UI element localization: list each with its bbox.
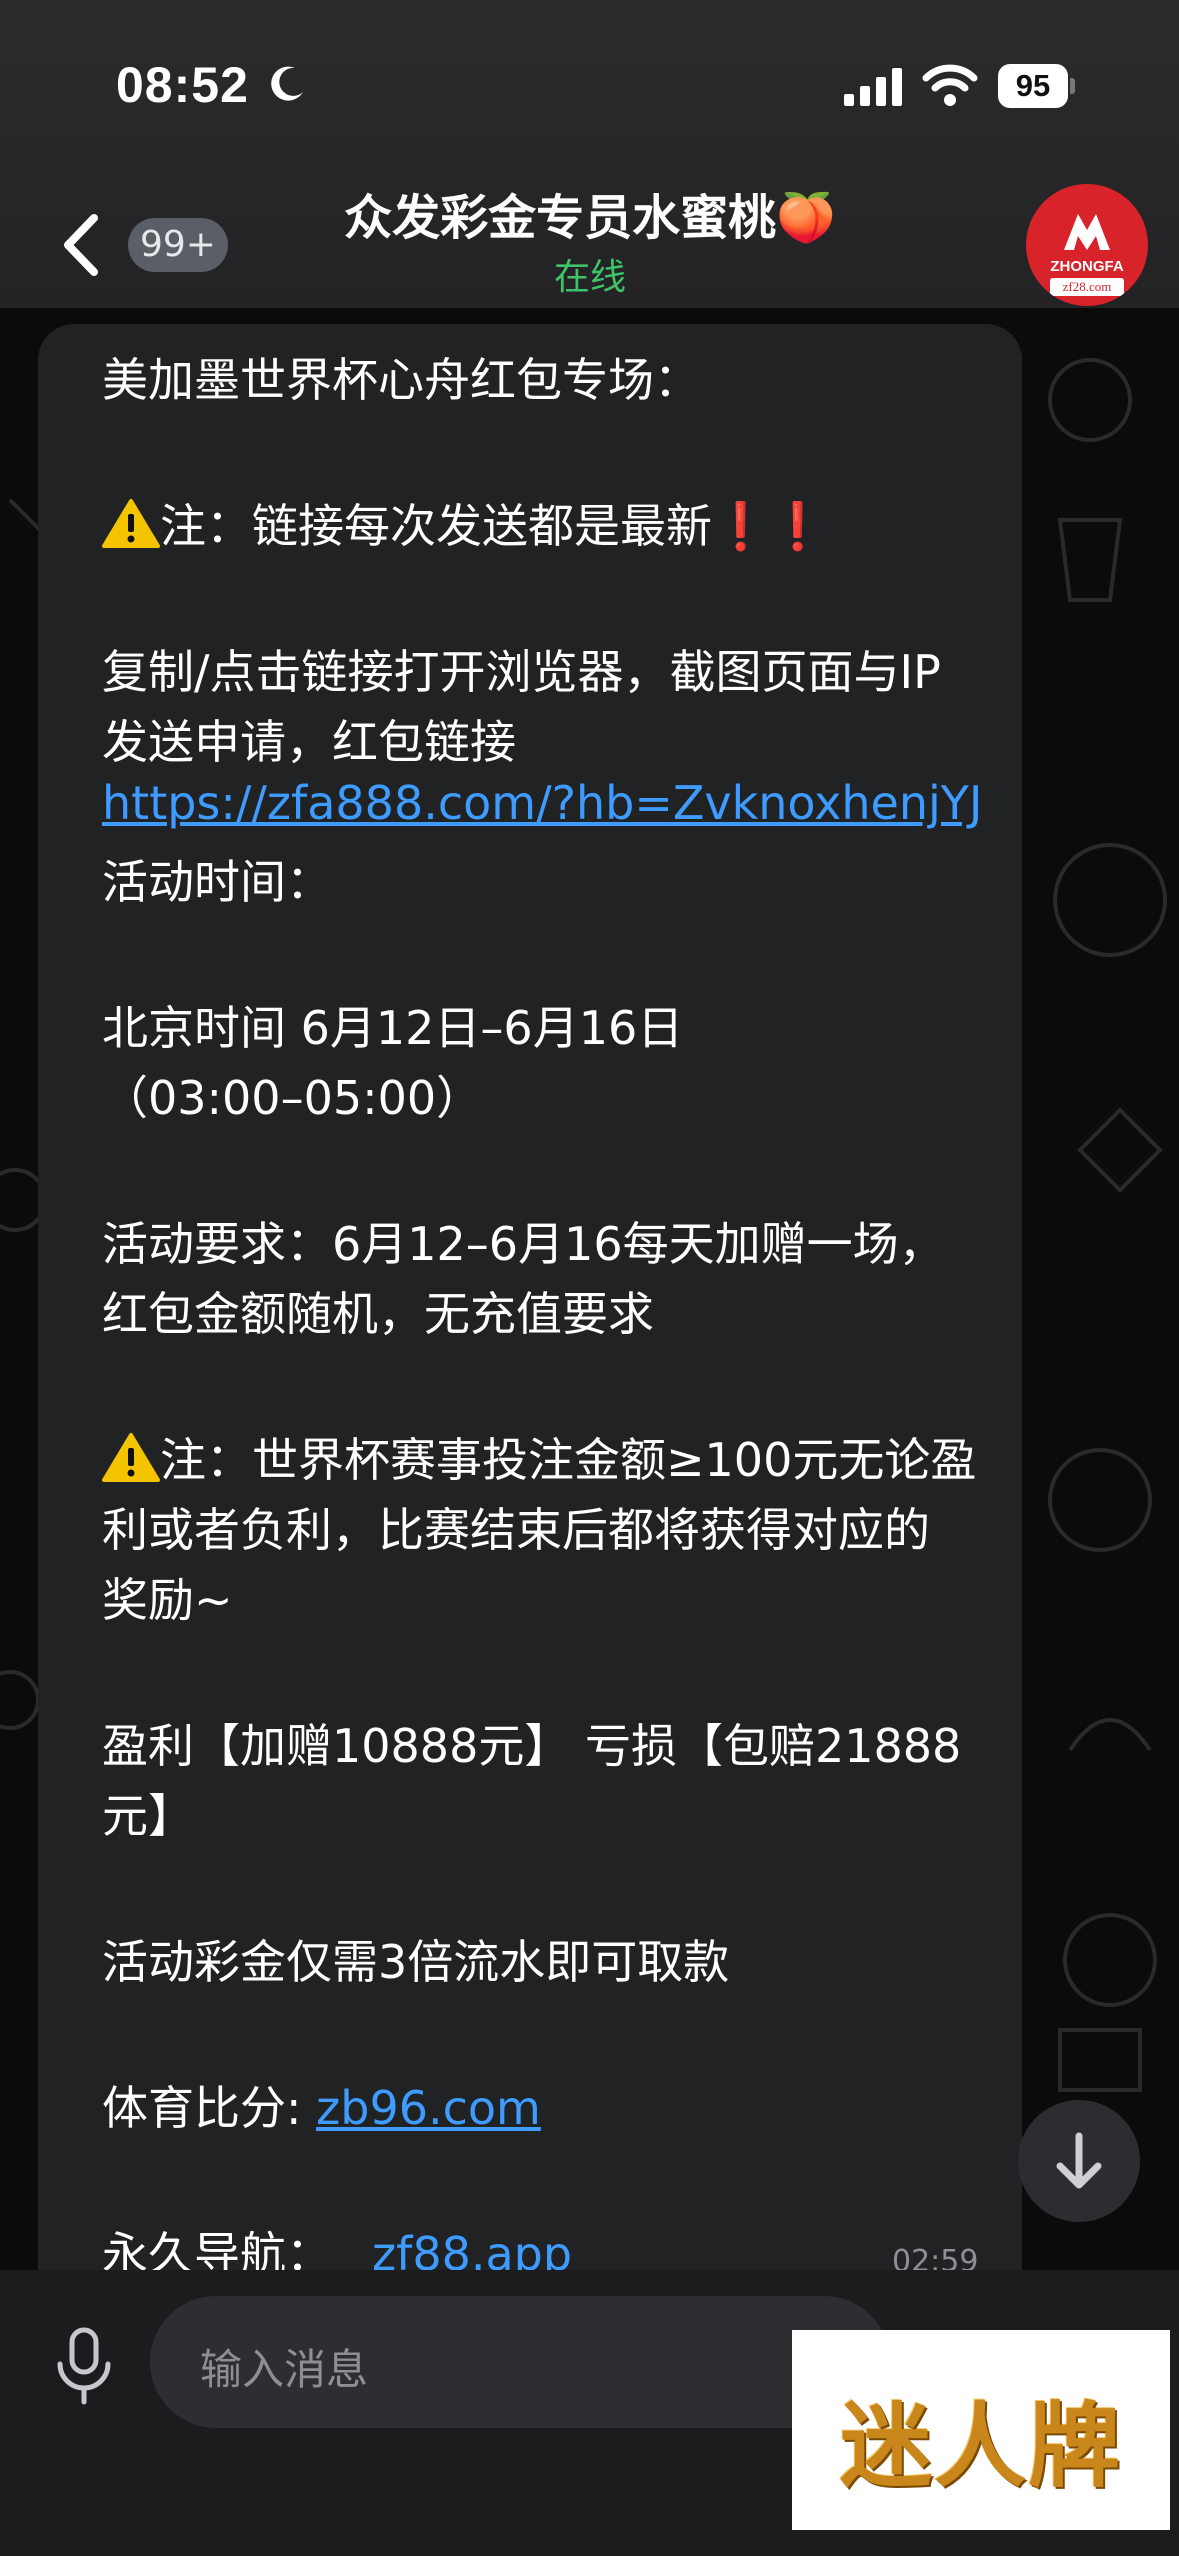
redpacket-link[interactable]: https://zfa888.com/?hb=ZvknoxhenjYJ (102, 776, 982, 830)
avatar-logo-text: ZHONGFA (1050, 258, 1124, 275)
notice-text: 注：世界杯赛事投注金额≥100元无论盈 (160, 1433, 977, 1487)
watermark-overlay: 迷人牌 (792, 2330, 1170, 2530)
message-line: 注：链接每次发送都是最新❗❗ (102, 490, 827, 556)
watermark-text: 迷人牌 (839, 2392, 1122, 2500)
exclamation-marks: ❗❗ (712, 499, 827, 553)
message-line: 体育比分: zb96.com (102, 2072, 541, 2138)
message-line: 活动时间： (102, 855, 332, 909)
message-line: （03:00–05:00） (102, 1071, 483, 1125)
message-line: 奖励~ (102, 1573, 233, 1627)
battery-indicator: 95 (998, 64, 1075, 108)
message-line: 注：世界杯赛事投注金额≥100元无论盈 (102, 1424, 976, 1490)
avatar[interactable]: ZHONGFA zf28.com (1026, 184, 1148, 306)
warning-icon (102, 1432, 160, 1487)
notice-text: 注：链接每次发送都是最新 (160, 499, 712, 553)
signal-icon (844, 68, 902, 106)
moon-icon (271, 66, 303, 101)
avatar-logo-url: zf28.com (1050, 278, 1124, 296)
wifi-icon (922, 64, 978, 106)
warning-icon (102, 498, 160, 553)
online-status: 在线 (553, 257, 626, 298)
message-line: 利或者负利，比赛结束后都将获得对应的 (102, 1503, 930, 1557)
chat-title[interactable]: 众发彩金专员水蜜桃🍑 (250, 178, 930, 248)
battery-cap (1070, 78, 1075, 94)
unread-count-badge[interactable]: 99+ (128, 218, 228, 272)
message-line: 元】 (102, 1789, 194, 1843)
chevron-left-icon[interactable] (56, 210, 106, 280)
message-line: 活动要求：6月12–6月16每天加赠一场， (102, 1217, 945, 1271)
battery-level: 95 (998, 64, 1068, 108)
message-line: 发送申请，红包链接 (102, 715, 516, 769)
message-line: 盈利【加赠10888元】 亏损【包赔21888 (102, 1719, 962, 1773)
message-line: 红包金额随机，无充值要求 (102, 1287, 654, 1341)
header-bar: 08:52 95 99+ 众发彩金专员水蜜桃🍑 在线 ZHONGFA zf28.… (0, 0, 1179, 308)
scroll-down-button[interactable] (1018, 2100, 1140, 2222)
message-bubble[interactable]: 美加墨世界杯心舟红包专场： 注：链接每次发送都是最新❗❗ 复制/点击链接打开浏览… (38, 324, 1022, 2324)
score-link[interactable]: zb96.com (316, 2081, 541, 2135)
message-line: 复制/点击链接打开浏览器，截图页面与IP (102, 645, 941, 699)
arrow-down-icon (1056, 2132, 1102, 2189)
message-line: 北京时间 6月12日–6月16日 (102, 1001, 684, 1055)
message-line: 活动彩金仅需3倍流水即可取款 (102, 1935, 730, 1989)
message-line: 美加墨世界杯心舟红包专场： (102, 353, 700, 407)
microphone-icon[interactable] (52, 2326, 116, 2406)
status-time: 08:52 (116, 57, 249, 113)
message-input-placeholder: 输入消息 (200, 2345, 369, 2394)
score-label: 体育比分: (102, 2081, 317, 2135)
